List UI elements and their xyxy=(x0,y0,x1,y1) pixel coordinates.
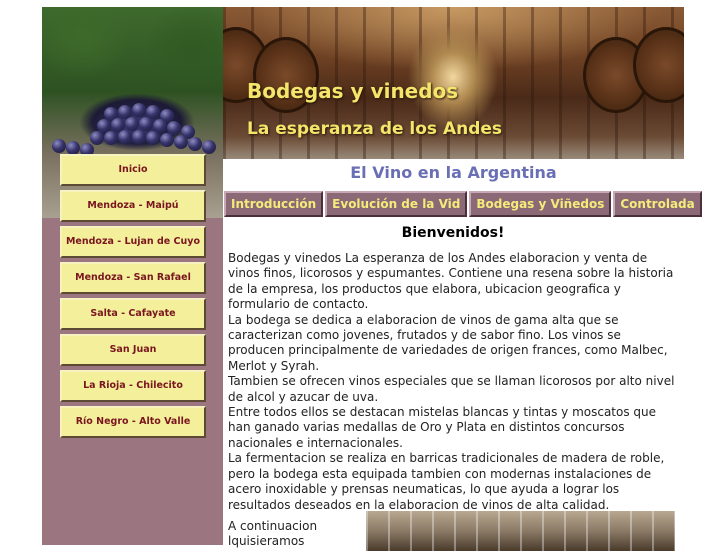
site-title: Bodegas y vinedos xyxy=(247,79,459,103)
site-subtitle: La esperanza de los Andes xyxy=(247,119,503,139)
section-title: El Vino en la Argentina xyxy=(350,163,557,182)
grape-decoration xyxy=(90,131,104,145)
sidebar-item-salta-cafayate[interactable]: Salta - Cafayate xyxy=(60,298,206,330)
page-wrapper: Inicio Mendoza - Maipú Mendoza - Lujan d… xyxy=(42,7,702,551)
paragraph: Tambien se ofrecen vinos especiales que … xyxy=(228,374,675,404)
tab-bar: Introducción Evolución de la Vid Bodegas… xyxy=(224,191,702,217)
grape-decoration xyxy=(160,133,174,147)
wine-glasses-photo xyxy=(366,511,675,551)
grape-decoration xyxy=(118,130,132,144)
sidebar-item-inicio[interactable]: Inicio xyxy=(60,154,206,186)
tab-introduccion[interactable]: Introducción xyxy=(224,191,324,217)
body-text: Bodegas y vinedos La esperanza de los An… xyxy=(228,251,678,513)
grape-decoration xyxy=(125,117,139,131)
bottom-row: A continuacion lquisieramos xyxy=(228,511,678,551)
sidebar-item-mendoza-lujan-de-cuyo[interactable]: Mendoza - Lujan de Cuyo xyxy=(60,226,206,258)
grape-decoration xyxy=(202,140,216,154)
grape-decoration xyxy=(146,131,160,145)
welcome-heading: Bienvenidos! xyxy=(401,225,505,241)
grape-decoration xyxy=(132,130,146,144)
paragraph: Entre todos ellos se destacan mistelas b… xyxy=(228,405,657,450)
paragraph: La fermentacion se realiza en barricas t… xyxy=(228,451,665,512)
main-content: Bienvenidos! Bodegas y vinedos La espera… xyxy=(228,221,678,513)
sidebar-item-la-rioja-chilecito[interactable]: La Rioja - Chilecito xyxy=(60,370,206,402)
grape-decoration xyxy=(132,103,146,117)
sidebar-item-san-juan[interactable]: San Juan xyxy=(60,334,206,366)
sidebar-item-mendoza-maipu[interactable]: Mendoza - Maipú xyxy=(60,190,206,222)
grape-decoration xyxy=(188,137,202,151)
paragraph: Bodegas y vinedos La esperanza de los An… xyxy=(228,251,674,312)
header-banner: Bodegas y vinedos La esperanza de los An… xyxy=(223,7,684,159)
tab-bodegas-y-vinedos[interactable]: Bodegas y Viñedos xyxy=(469,191,612,217)
sidebar-item-rio-negro-alto-valle[interactable]: Río Negro - Alto Valle xyxy=(60,406,206,438)
grape-decoration xyxy=(104,131,118,145)
grape-decoration xyxy=(52,139,66,153)
tab-evolucion-de-la-vid[interactable]: Evolución de la Vid xyxy=(325,191,468,217)
grape-decoration xyxy=(139,117,153,131)
grape-decoration xyxy=(174,135,188,149)
left-column: Inicio Mendoza - Maipú Mendoza - Lujan d… xyxy=(42,7,223,545)
sidebar-menu: Inicio Mendoza - Maipú Mendoza - Lujan d… xyxy=(60,154,206,442)
tab-controlada[interactable]: Controlada xyxy=(613,191,702,217)
sidebar-item-mendoza-san-rafael[interactable]: Mendoza - San Rafael xyxy=(60,262,206,294)
grape-decoration xyxy=(66,141,80,155)
paragraph: La bodega se dedica a elaboracion de vin… xyxy=(228,312,668,373)
